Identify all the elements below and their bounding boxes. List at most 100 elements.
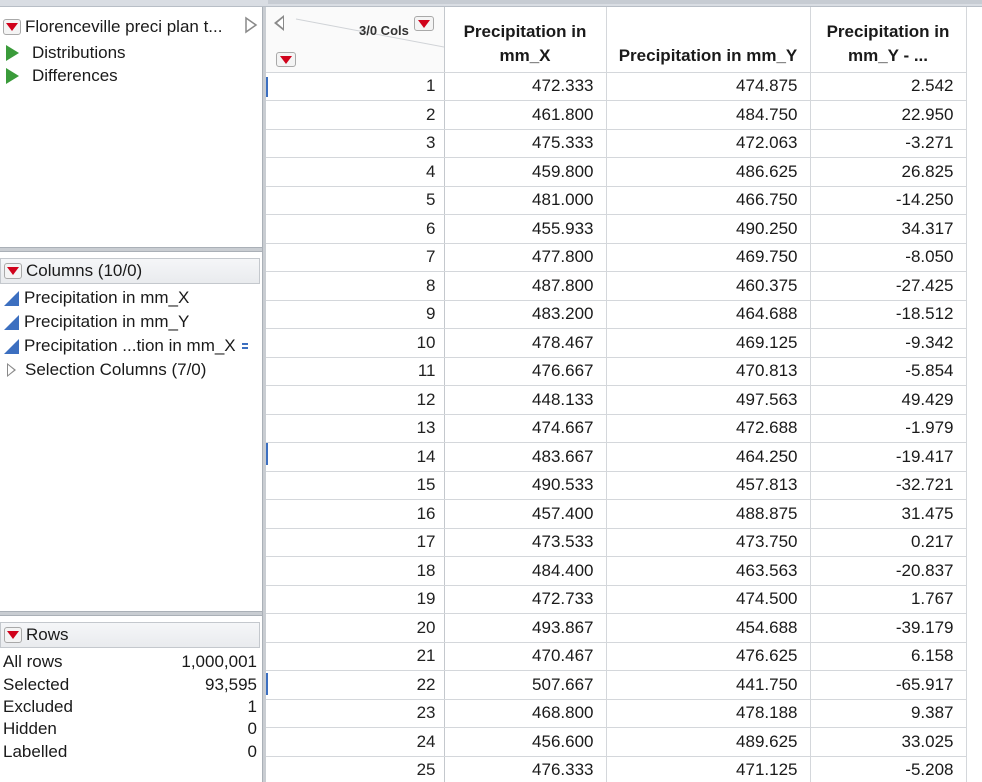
run-script-icon[interactable] <box>6 68 19 84</box>
cell-precip-x[interactable]: 455.933 <box>444 214 607 244</box>
cell-precip-y[interactable]: 474.500 <box>606 585 811 614</box>
cell-precip-x[interactable]: 472.333 <box>444 72 607 101</box>
cell-difference[interactable]: -39.179 <box>810 613 967 643</box>
table-row[interactable]: 23 468.800 478.188 9.387 <box>266 699 967 728</box>
panel-splitter[interactable] <box>0 247 262 252</box>
cell-precip-x[interactable]: 470.467 <box>444 642 607 671</box>
cell-difference[interactable]: 9.387 <box>810 699 967 728</box>
table-row[interactable]: 4 459.800 486.625 26.825 <box>266 157 967 187</box>
cell-precip-x[interactable]: 459.800 <box>444 157 607 187</box>
cell-precip-y[interactable]: 497.563 <box>606 385 811 415</box>
cell-precip-y[interactable]: 457.813 <box>606 471 811 500</box>
row-number[interactable]: 11 <box>266 357 445 386</box>
row-number[interactable]: 20 <box>266 613 445 643</box>
row-number[interactable]: 8 <box>266 271 445 301</box>
cell-precip-y[interactable]: 473.750 <box>606 528 811 557</box>
cell-precip-y[interactable]: 490.250 <box>606 214 811 244</box>
row-number[interactable]: 25 <box>266 756 445 782</box>
column-header-x[interactable]: Precipitation in mm_X <box>444 7 607 73</box>
table-row[interactable]: 9 483.200 464.688 -18.512 <box>266 300 967 329</box>
table-row[interactable]: 19 472.733 474.500 1.767 <box>266 585 967 614</box>
cell-difference[interactable]: -5.854 <box>810 357 967 386</box>
table-red-triangle-icon[interactable] <box>3 19 21 35</box>
cell-precip-y[interactable]: 454.688 <box>606 613 811 643</box>
collapse-left-icon[interactable] <box>274 15 284 31</box>
cell-precip-y[interactable]: 489.625 <box>606 727 811 757</box>
collapse-right-icon[interactable] <box>244 16 258 34</box>
cell-precip-y[interactable]: 466.750 <box>606 186 811 215</box>
cell-precip-x[interactable]: 474.667 <box>444 414 607 443</box>
cell-difference[interactable]: -9.342 <box>810 328 967 358</box>
table-row[interactable]: 8 487.800 460.375 -27.425 <box>266 271 967 301</box>
row-number[interactable]: 6 <box>266 214 445 244</box>
cell-precip-y[interactable]: 478.188 <box>606 699 811 728</box>
cell-difference[interactable]: -27.425 <box>810 271 967 301</box>
cell-difference[interactable]: 22.950 <box>810 100 967 130</box>
table-row[interactable]: 24 456.600 489.625 33.025 <box>266 727 967 757</box>
script-item-differences[interactable]: Differences <box>6 65 118 87</box>
row-number[interactable]: 22 <box>266 670 445 700</box>
cell-difference[interactable]: -18.512 <box>810 300 967 329</box>
cell-precip-y[interactable]: 472.688 <box>606 414 811 443</box>
cell-precip-x[interactable]: 476.333 <box>444 756 607 782</box>
cell-precip-y[interactable]: 471.125 <box>606 756 811 782</box>
table-row[interactable]: 11 476.667 470.813 -5.854 <box>266 357 967 386</box>
row-number[interactable]: 17 <box>266 528 445 557</box>
column-item-y[interactable]: Precipitation in mm_Y <box>3 311 189 333</box>
cell-difference[interactable]: 31.475 <box>810 499 967 529</box>
table-row[interactable]: 7 477.800 469.750 -8.050 <box>266 243 967 272</box>
row-number[interactable]: 9 <box>266 300 445 329</box>
table-row[interactable]: 15 490.533 457.813 -32.721 <box>266 471 967 500</box>
cell-difference[interactable]: -19.417 <box>810 442 967 472</box>
cell-difference[interactable]: -5.208 <box>810 756 967 782</box>
row-number[interactable]: 12 <box>266 385 445 415</box>
columns-red-triangle-icon[interactable] <box>4 263 22 279</box>
cell-precip-y[interactable]: 476.625 <box>606 642 811 671</box>
row-number[interactable]: 1 <box>266 72 445 101</box>
cell-difference[interactable]: -32.721 <box>810 471 967 500</box>
cell-precip-x[interactable]: 472.733 <box>444 585 607 614</box>
row-number[interactable]: 21 <box>266 642 445 671</box>
row-number[interactable]: 10 <box>266 328 445 358</box>
cell-precip-x[interactable]: 490.533 <box>444 471 607 500</box>
row-number[interactable]: 2 <box>266 100 445 130</box>
expand-group-icon[interactable] <box>7 363 16 377</box>
cell-precip-y[interactable]: 464.250 <box>606 442 811 472</box>
row-number[interactable]: 15 <box>266 471 445 500</box>
cell-precip-x[interactable]: 478.467 <box>444 328 607 358</box>
table-row[interactable]: 16 457.400 488.875 31.475 <box>266 499 967 529</box>
cell-difference[interactable]: -8.050 <box>810 243 967 272</box>
cell-precip-y[interactable]: 469.750 <box>606 243 811 272</box>
table-row[interactable]: 6 455.933 490.250 34.317 <box>266 214 967 244</box>
cell-difference[interactable]: -14.250 <box>810 186 967 215</box>
table-row[interactable]: 5 481.000 466.750 -14.250 <box>266 186 967 215</box>
run-script-icon[interactable] <box>6 45 19 61</box>
cell-difference[interactable]: -65.917 <box>810 670 967 700</box>
table-row[interactable]: 17 473.533 473.750 0.217 <box>266 528 967 557</box>
cell-precip-x[interactable]: 484.400 <box>444 556 607 586</box>
cell-precip-y[interactable]: 470.813 <box>606 357 811 386</box>
table-row[interactable]: 2 461.800 484.750 22.950 <box>266 100 967 130</box>
cell-precip-y[interactable]: 464.688 <box>606 300 811 329</box>
cell-precip-y[interactable]: 484.750 <box>606 100 811 130</box>
table-row[interactable]: 1 472.333 474.875 2.542 <box>266 72 967 101</box>
cell-difference[interactable]: 2.542 <box>810 72 967 101</box>
script-item-distributions[interactable]: Distributions <box>6 42 126 64</box>
table-row[interactable]: 20 493.867 454.688 -39.179 <box>266 613 967 643</box>
cell-precip-y[interactable]: 469.125 <box>606 328 811 358</box>
cell-precip-y[interactable]: 474.875 <box>606 72 811 101</box>
cell-precip-x[interactable]: 476.667 <box>444 357 607 386</box>
table-row[interactable]: 12 448.133 497.563 49.429 <box>266 385 967 415</box>
row-number[interactable]: 16 <box>266 499 445 529</box>
row-number[interactable]: 14 <box>266 442 445 472</box>
cell-precip-x[interactable]: 483.667 <box>444 442 607 472</box>
row-number[interactable]: 13 <box>266 414 445 443</box>
cell-difference[interactable]: 34.317 <box>810 214 967 244</box>
column-item-diff[interactable]: Precipitation ...tion in mm_X <box>3 335 248 357</box>
cell-difference[interactable]: 6.158 <box>810 642 967 671</box>
rows-red-triangle-icon[interactable] <box>4 627 22 643</box>
row-number[interactable]: 7 <box>266 243 445 272</box>
cell-difference[interactable]: -3.271 <box>810 129 967 158</box>
cell-precip-x[interactable]: 475.333 <box>444 129 607 158</box>
cell-precip-x[interactable]: 456.600 <box>444 727 607 757</box>
